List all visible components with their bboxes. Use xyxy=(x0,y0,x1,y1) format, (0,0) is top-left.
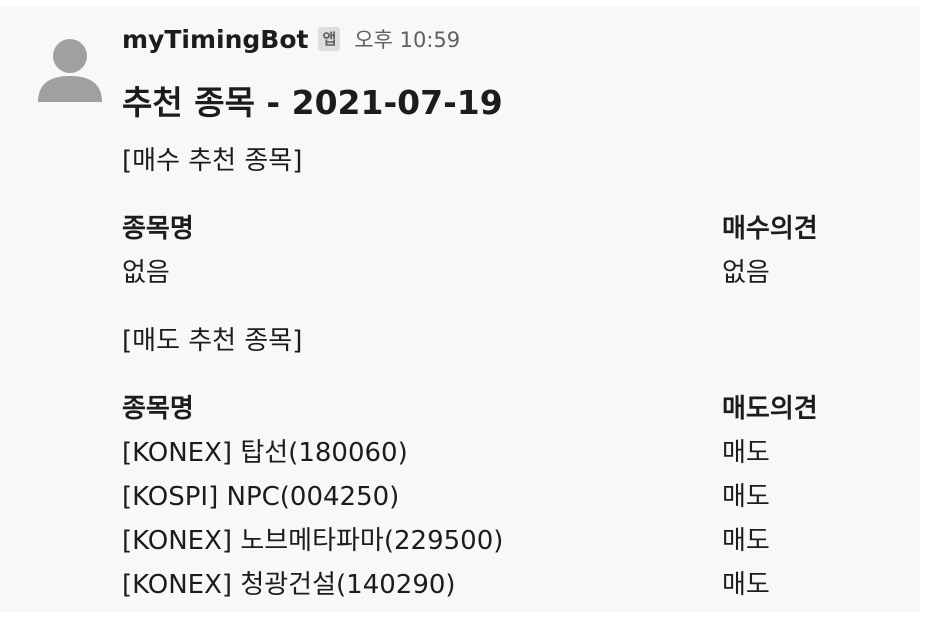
buy-section-heading: [매수 추천 종목] xyxy=(122,146,303,176)
sell-row-opinion: 매도 xyxy=(722,482,770,512)
sell-row-opinion: 매도 xyxy=(722,438,770,468)
message-container: myTimingBot 앱 오후 10:59 추천 종목 - 2021-07-1… xyxy=(0,6,920,612)
sell-row-name: [KONEX] 노브메타파마(229500) xyxy=(122,526,504,556)
sell-row-opinion: 매도 xyxy=(722,570,770,600)
buy-row-opinion: 없음 xyxy=(722,258,770,288)
app-badge: 앱 xyxy=(318,27,341,51)
message-timestamp[interactable]: 오후 10:59 xyxy=(354,24,460,54)
sell-row-name: [KOSPI] NPC(004250) xyxy=(122,482,400,512)
sell-section-heading: [매도 추천 종목] xyxy=(122,326,303,356)
sell-row-name: [KONEX] 탑선(180060) xyxy=(122,438,408,468)
buy-row-name: 없음 xyxy=(122,258,170,288)
sell-opinion-column-header: 매도의견 xyxy=(722,394,818,424)
message-header: myTimingBot 앱 오후 10:59 xyxy=(122,22,460,56)
user-avatar-icon[interactable] xyxy=(36,36,104,104)
sender-name[interactable]: myTimingBot xyxy=(122,25,308,54)
sell-row-name: [KONEX] 청광건설(140290) xyxy=(122,570,456,600)
buy-name-column-header: 종목명 xyxy=(122,214,194,244)
sell-name-column-header: 종목명 xyxy=(122,394,194,424)
message-title: 추천 종목 - 2021-07-19 xyxy=(122,83,503,122)
buy-opinion-column-header: 매수의견 xyxy=(722,214,818,244)
sell-row-opinion: 매도 xyxy=(722,526,770,556)
